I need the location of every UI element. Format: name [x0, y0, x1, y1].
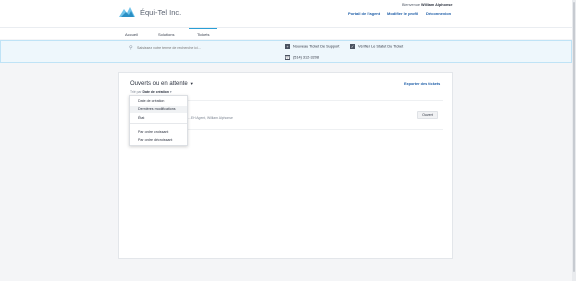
search-icon: ⚲ [129, 45, 133, 51]
sort-chevron-icon: ▾ [169, 90, 172, 94]
tab-solutions[interactable]: Solutions [158, 32, 174, 37]
dropdown-divider [130, 123, 187, 124]
new-ticket-icon: + [285, 44, 290, 49]
sort-option-creation-date[interactable]: Date de création [130, 98, 187, 105]
user-name: William Alphonse [421, 3, 453, 7]
ticket-meta: ...EH Agent, William Alphonse [188, 116, 233, 120]
active-tab-indicator [189, 28, 217, 29]
scrollbar-thumb[interactable] [573, 2, 575, 272]
search-input[interactable] [137, 45, 277, 51]
sort-dropdown-menu: Date de création Dernières modifications… [129, 95, 188, 146]
main-tabs: Accueil Solutions Tickets [0, 27, 572, 39]
sort-option-state[interactable]: État [130, 115, 187, 122]
check-status-button[interactable]: ✓ Vérifier Le Statut Du Ticket [350, 44, 403, 49]
welcome-prefix: Bienvenue [402, 3, 420, 7]
logout-link[interactable]: Déconnexion [426, 11, 451, 16]
sort-value: Date de création [142, 90, 169, 94]
top-header: Équi-Tel Inc. Bienvenue William Alphonse… [0, 0, 572, 27]
tab-accueil[interactable]: Accueil [125, 32, 138, 37]
sort-option-descending[interactable]: Par ordre décroissant [130, 137, 187, 144]
edit-profile-link[interactable]: Modifier le profil [387, 11, 418, 16]
ticket-filter-dropdown[interactable]: Ouverts ou en attente ▼ [130, 81, 194, 87]
phone-icon: ☎ [285, 55, 290, 60]
phone-number: (514) 312-3208 [293, 55, 319, 60]
welcome-text: Bienvenue William Alphonse [402, 3, 453, 7]
check-status-icon: ✓ [350, 44, 355, 49]
check-status-label: Vérifier Le Statut Du Ticket [358, 44, 404, 49]
phone-contact[interactable]: ☎ (514) 312-3208 [285, 55, 319, 60]
export-tickets-link[interactable]: Exporter des tickets [404, 82, 440, 86]
sort-selector[interactable]: Trié par Date de création ▾ [130, 90, 172, 94]
sort-prefix: Trié par [130, 90, 142, 94]
chevron-down-icon: ▼ [189, 81, 194, 86]
search-bar: ⚲ +Nouveau Ticket De Support ✓Vérifier L… [0, 40, 572, 63]
panel-title: Ouverts ou en attente [130, 81, 188, 87]
new-ticket-label: Nouveau Ticket De Support [293, 44, 340, 49]
agent-portal-link[interactable]: Portail de l'agent [348, 11, 380, 16]
status-badge[interactable]: Ouvert [417, 111, 438, 119]
brand-name[interactable]: Équi-Tel Inc. [140, 8, 181, 17]
equitel-logo-icon[interactable] [118, 5, 136, 19]
new-ticket-button[interactable]: + Nouveau Ticket De Support [285, 44, 339, 49]
sort-option-ascending[interactable]: Par ordre croissant [130, 129, 187, 136]
sort-option-last-modified[interactable]: Dernières modifications [130, 106, 187, 113]
tab-tickets[interactable]: Tickets [197, 32, 210, 37]
